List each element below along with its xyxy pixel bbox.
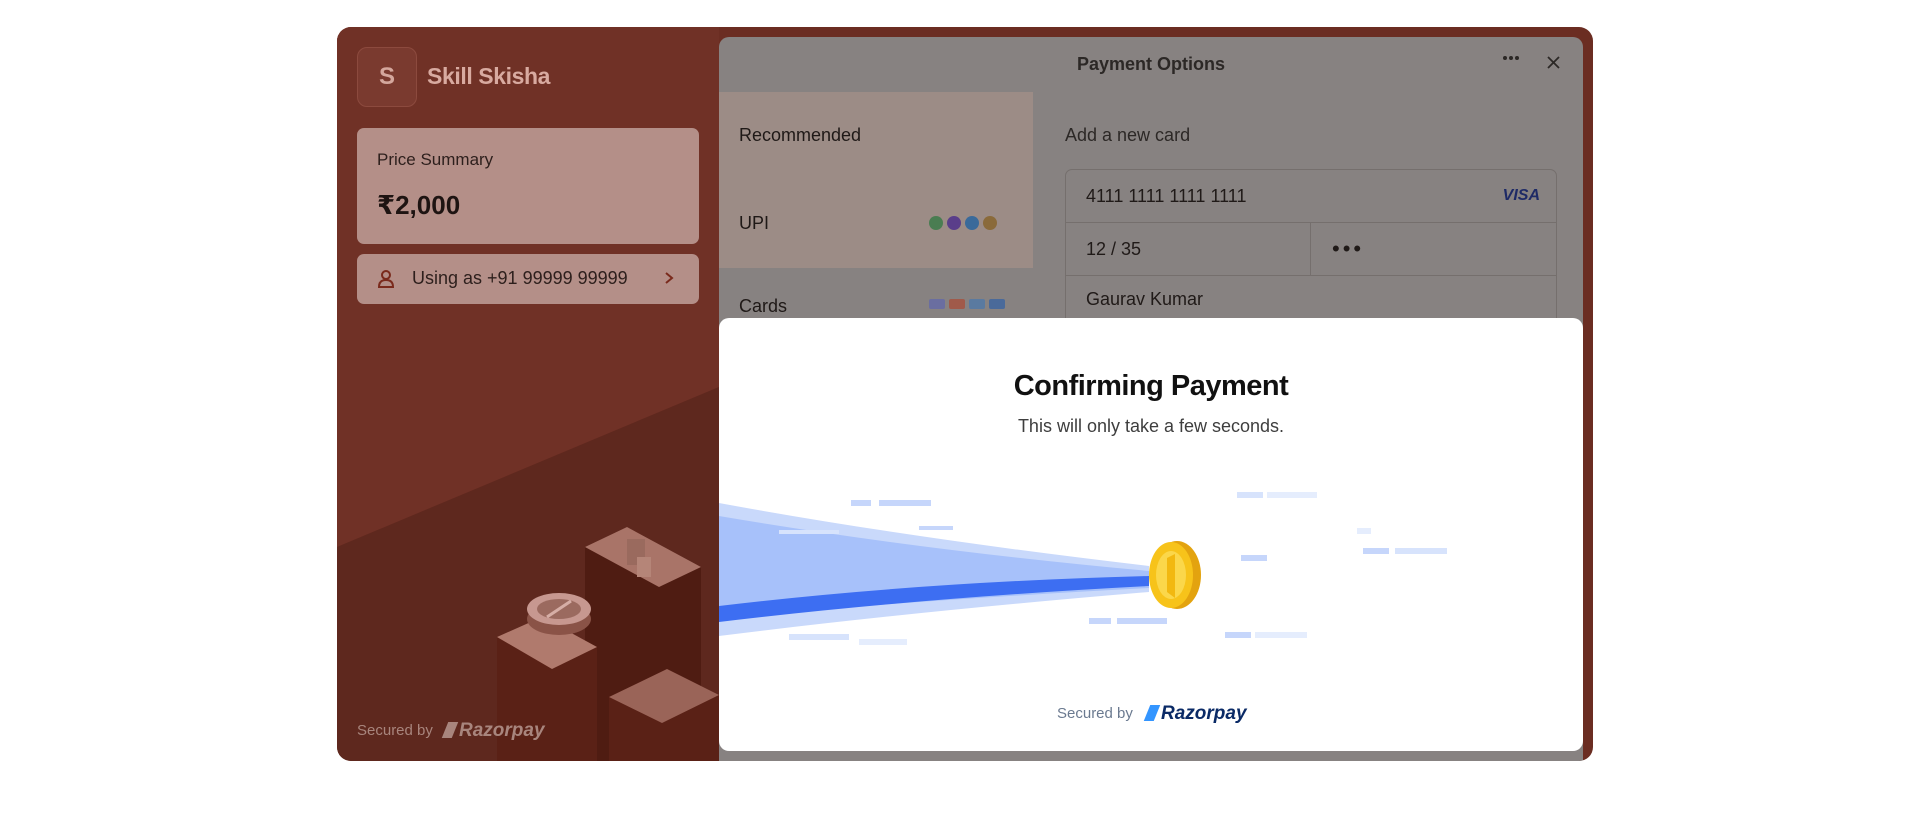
card-number-value: 4111 1111 1111 1111 (1086, 186, 1247, 206)
merchant-name: Skill Skisha (427, 63, 551, 89)
user-icon (377, 270, 395, 288)
method-label: UPI (739, 213, 770, 233)
mastercard-icon (949, 299, 965, 309)
phonepe-icon (947, 216, 961, 230)
close-icon[interactable] (1547, 56, 1560, 69)
dialog-title: Confirming Payment (1013, 370, 1289, 402)
price-amount: ₹2,000 (377, 190, 461, 220)
payment-methods-list: Recommended UPI Cards (719, 92, 1033, 356)
chevron-right-icon (665, 272, 674, 284)
gpay-icon (929, 216, 943, 230)
razorpay-logo: Razorpay (1143, 703, 1247, 725)
secured-by-label: Secured by (357, 722, 433, 739)
dialog-subtitle: This will only take a few seconds. (1017, 416, 1285, 436)
add-card-title: Add a new card (1065, 125, 1191, 145)
method-upi[interactable]: UPI (719, 180, 1033, 268)
payment-options-title: Payment Options (1076, 54, 1226, 74)
upi-app-icons (929, 216, 997, 230)
price-summary-label: Price Summary (377, 150, 494, 169)
card-network-icons (929, 299, 1005, 309)
payment-processing-illustration (719, 492, 1447, 645)
price-summary-card: Price Summary ₹2,000 (357, 128, 699, 244)
more-options-icon[interactable] (1502, 53, 1520, 63)
bhim-icon (983, 216, 997, 230)
paytm-icon (965, 216, 979, 230)
confirming-payment-dialog: Confirming Payment This will only take a… (719, 318, 1583, 751)
rupay-icon (969, 299, 985, 309)
account-button[interactable]: Using as +91 99999 99999 (357, 254, 699, 304)
maestro-icon (989, 299, 1005, 309)
card-form: 4111 1111 1111 1111 VISA 12 / 35 ••• Gau… (1065, 169, 1557, 331)
cardholder-name-value: Gaurav Kumar (1086, 289, 1204, 309)
cvv-field[interactable]: ••• (1332, 236, 1364, 262)
account-label: Using as +91 99999 99999 (412, 268, 628, 288)
method-recommended[interactable]: Recommended (719, 92, 1033, 180)
merchant-panel: S Skill Skisha Price Summary ₹2,000 Usin… (337, 27, 719, 761)
merchant-logo: S (357, 47, 417, 107)
method-label: Recommended (739, 125, 862, 145)
expiry-field[interactable]: 12 / 35 (1086, 239, 1141, 260)
visa-logo: VISA (1502, 187, 1540, 204)
card-number-field[interactable]: 4111 1111 1111 1111 VISA (1066, 170, 1556, 223)
visa-icon (929, 299, 945, 309)
razorpay-logo: Razorpay (441, 720, 545, 742)
field-divider (1310, 222, 1311, 275)
method-label: Cards (739, 296, 788, 316)
expiry-cvv-row: 12 / 35 ••• (1066, 222, 1556, 276)
secured-by-label: Secured by (1057, 705, 1133, 722)
